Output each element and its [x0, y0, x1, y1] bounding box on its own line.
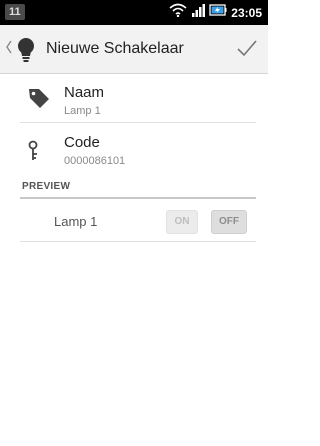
- name-label: Naam: [64, 84, 105, 101]
- section-divider: [20, 197, 256, 199]
- off-button[interactable]: OFF: [211, 210, 247, 234]
- code-field[interactable]: Code 0000086101: [20, 132, 256, 184]
- signal-icon: [191, 3, 206, 22]
- preview-header: PREVIEW: [22, 181, 71, 192]
- action-bar: Nieuwe Schakelaar: [0, 25, 268, 74]
- notification-count: 11: [5, 4, 25, 20]
- status-icons: 23:05: [169, 0, 262, 25]
- up-caret-icon[interactable]: [5, 39, 13, 60]
- code-label: Code: [64, 134, 100, 151]
- code-value: 0000086101: [64, 155, 126, 167]
- key-icon: [28, 140, 42, 167]
- bulb-app-icon[interactable]: [16, 37, 36, 68]
- clock: 23:05: [231, 5, 262, 20]
- wifi-icon: [169, 3, 187, 22]
- preview-item: Lamp 1 ON OFF: [20, 201, 256, 241]
- name-value: Lamp 1: [64, 105, 101, 117]
- divider: [20, 122, 256, 123]
- battery-charging-icon: [209, 3, 227, 22]
- divider: [20, 241, 256, 242]
- checkmark-icon[interactable]: [236, 37, 258, 64]
- on-button[interactable]: ON: [166, 210, 198, 234]
- page-title: Nieuwe Schakelaar: [46, 40, 184, 57]
- name-field[interactable]: Naam Lamp 1: [20, 82, 256, 134]
- preview-item-label: Lamp 1: [54, 214, 98, 229]
- status-bar: 11 23:05: [0, 0, 268, 25]
- tag-icon: [28, 88, 50, 113]
